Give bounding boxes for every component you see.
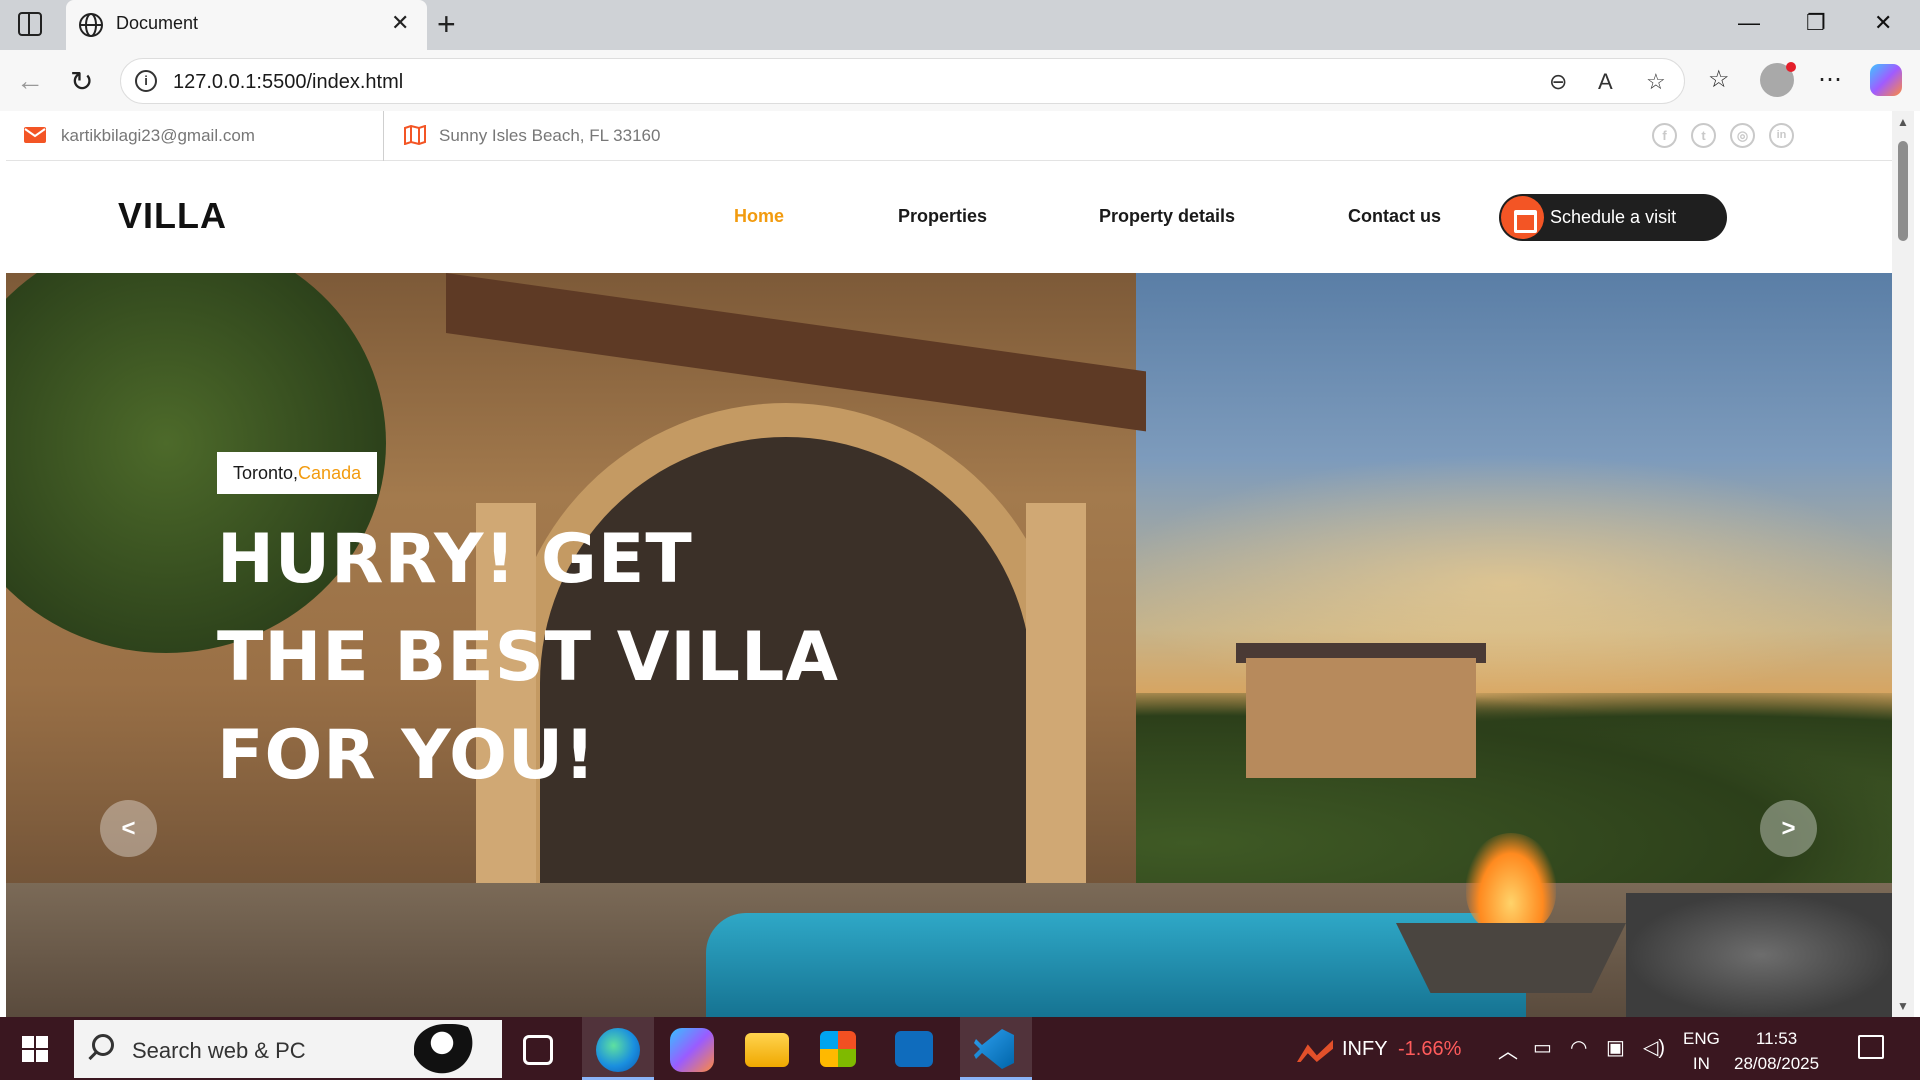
nav-contact-us[interactable]: Contact us [1348,206,1441,227]
slider-next-button[interactable]: > [1760,800,1817,857]
divider [383,111,384,161]
hero-image-sky [1106,453,1892,713]
more-menu-icon[interactable]: ⋯ [1818,65,1842,94]
address-bar[interactable]: i 127.0.0.1:5500/index.html ⊖ A ☆ [120,58,1685,104]
puffin-icon [414,1024,484,1078]
language-indicator[interactable]: ENG IN [1683,1026,1720,1076]
url-text[interactable]: 127.0.0.1:5500/index.html [173,71,403,94]
battery-icon[interactable]: ▭ [1533,1035,1552,1060]
hero-image-fire-bowl [1396,923,1626,993]
address-toolbar: ← ↻ i 127.0.0.1:5500/index.html ⊖ A ☆ ☆ … [0,50,1920,111]
windows-start-icon[interactable] [22,1036,48,1062]
hero-image-rocks [1626,893,1892,1017]
sidebar-toggle-icon[interactable] [18,12,42,36]
file-explorer-icon[interactable] [745,1033,789,1067]
notification-icon[interactable] [1858,1035,1884,1059]
profile-avatar[interactable] [1760,62,1796,97]
contact-info-bar: kartikbilagi23@gmail.com Sunny Isles Bea… [6,111,1892,161]
refresh-icon[interactable]: ↻ [70,65,93,98]
browser-tab-bar: Document ✕ + — ❐ ✕ [0,0,1920,50]
schedule-visit-label: Schedule a visit [1550,207,1677,227]
restore-icon[interactable]: ❐ [1806,10,1826,36]
outlook-icon[interactable] [895,1031,933,1067]
slider-prev-button[interactable]: < [100,800,157,857]
copilot-app-icon[interactable] [670,1028,714,1072]
scroll-up-icon[interactable]: ▲ [1897,115,1909,129]
clock-time: 11:53 [1755,1029,1798,1048]
facebook-icon[interactable]: f [1652,123,1677,148]
location-city: Toronto, [233,463,299,483]
search-placeholder: Search web & PC [132,1038,306,1063]
location-badge: Toronto,Canada [217,452,378,494]
stock-trend-icon [1297,1040,1333,1062]
minimize-icon[interactable]: — [1738,10,1760,36]
hero-title-line: FOR YOU! [217,716,597,795]
stock-change[interactable]: -1.66% [1398,1038,1461,1061]
page-scrollbar[interactable]: ▲ ▼ [1892,111,1914,1017]
favorite-star-icon[interactable]: ☆ [1646,69,1666,95]
tray-overflow-icon[interactable]: ︿ [1498,1035,1518,1064]
scroll-down-icon[interactable]: ▼ [1897,999,1909,1013]
favorites-icon[interactable]: ☆ [1708,65,1730,94]
hero-title: HURRY! GET THE BEST VILLA FOR YOU! [217,511,897,805]
search-icon [92,1034,114,1056]
hero-title-line: HURRY! GET [217,520,693,599]
copilot-icon[interactable] [1870,64,1902,96]
window-close-icon[interactable]: ✕ [1874,10,1892,36]
instagram-icon[interactable]: ◎ [1730,123,1755,148]
browser-tab[interactable]: Document ✕ [66,0,427,50]
contact-email[interactable]: kartikbilagi23@gmail.com [61,126,255,146]
linkedin-icon[interactable]: in [1769,123,1794,148]
task-view-icon[interactable] [523,1035,553,1065]
scroll-thumb[interactable] [1898,141,1908,241]
lang-region: IN [1692,1054,1710,1073]
hero-image-distant-house [1246,658,1476,778]
windows-taskbar: Search web & PC INFY -1.66% ︿ ▭ ◠ ▣ ◁) E… [0,1017,1920,1080]
volume-icon[interactable]: ◁) [1643,1035,1665,1060]
clock-date: 28/08/2025 [1734,1054,1820,1073]
site-info-icon[interactable]: i [135,70,157,92]
zoom-out-icon[interactable]: ⊖ [1549,69,1567,95]
plus-icon[interactable]: + [437,6,456,43]
calendar-icon [1501,196,1544,239]
site-header: VILLA Home Properties Property details C… [6,162,1892,273]
page-viewport: kartikbilagi23@gmail.com Sunny Isles Bea… [6,111,1892,1017]
store-icon[interactable] [820,1031,856,1067]
network-icon[interactable]: ▣ [1606,1035,1625,1060]
read-aloud-icon[interactable]: A [1598,69,1613,95]
twitter-icon[interactable]: t [1691,123,1716,148]
taskbar-search[interactable]: Search web & PC [74,1020,502,1078]
globe-icon [79,13,103,37]
hero-image-fire [1466,833,1556,933]
back-icon[interactable]: ← [16,65,44,97]
nav-property-details[interactable]: Property details [1099,206,1235,227]
location-country: Canada [298,463,362,483]
site-logo[interactable]: VILLA [118,195,227,237]
lang-code: ENG [1683,1029,1720,1048]
close-icon[interactable]: ✕ [391,10,409,36]
contact-address: Sunny Isles Beach, FL 33160 [439,126,661,145]
taskbar-clock[interactable]: 11:53 28/08/2025 [1734,1026,1819,1076]
hero-title-line: THE BEST VILLA [217,618,839,697]
nav-properties[interactable]: Properties [898,206,987,227]
envelope-icon [24,127,46,143]
nav-home[interactable]: Home [734,206,784,227]
stock-name[interactable]: INFY [1342,1038,1388,1061]
map-icon [404,125,426,145]
tab-title: Document [116,13,199,33]
wifi-icon[interactable]: ◠ [1570,1035,1587,1060]
schedule-visit-button[interactable]: Schedule a visit [1499,194,1727,241]
edge-icon[interactable] [596,1028,640,1072]
hero-slider: Toronto,Canada HURRY! GET THE BEST VILLA… [6,273,1892,1017]
